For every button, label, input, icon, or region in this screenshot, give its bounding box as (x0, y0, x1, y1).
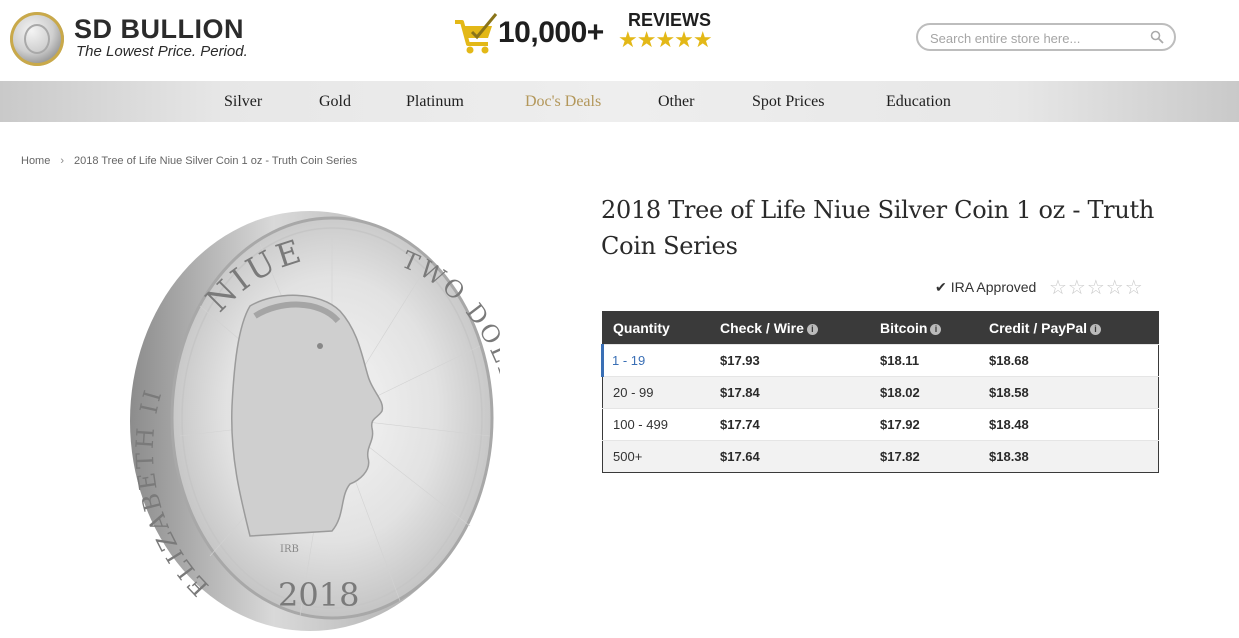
search-input[interactable] (928, 28, 1142, 48)
nav-other[interactable]: Other (658, 93, 694, 111)
ira-approved: ✔ IRA Approved (935, 279, 1036, 296)
logo-tagline: The Lowest Price. Period. (76, 43, 248, 60)
nav-spot-prices[interactable]: Spot Prices (752, 93, 824, 111)
site-header: SD BULLION The Lowest Price. Period. 10,… (0, 0, 1239, 81)
qty-cell: 500+ (602, 440, 710, 473)
price-credit-paypal: $18.58 (979, 376, 1159, 409)
rating-stars-icon[interactable]: ☆☆☆☆☆ (1049, 275, 1144, 300)
nav-education[interactable]: Education (886, 93, 951, 111)
header-check-wire: Check / Wire i (710, 311, 870, 345)
main-nav: Silver Gold Platinum Doc's Deals Other S… (0, 81, 1239, 122)
search-box (916, 23, 1176, 51)
qty-cell: 1 - 19 (601, 344, 710, 377)
ira-label: IRA Approved (950, 279, 1037, 295)
price-credit-paypal: $18.38 (979, 440, 1159, 473)
price-bitcoin: $18.02 (870, 376, 979, 409)
nav-gold[interactable]: Gold (319, 93, 351, 111)
logo-coin-icon (10, 12, 64, 66)
search-icon[interactable] (1150, 30, 1164, 44)
table-row[interactable]: 20 - 99 $17.84 $18.02 $18.58 (602, 376, 1159, 409)
price-table-header: Quantity Check / Wire i Bitcoin i Credit /… (602, 311, 1159, 345)
coin-initials: IRB (280, 544, 299, 555)
nav-silver[interactable]: Silver (224, 93, 262, 111)
product-title: 2018 Tree of Life Niue Silver Coin 1 oz … (601, 196, 1155, 260)
reviews-badge[interactable]: 10,000+ REVIEWS ★★★★★ (452, 6, 732, 58)
breadcrumb-home[interactable]: Home (21, 155, 50, 167)
info-icon[interactable]: i (930, 323, 942, 335)
nav-docs-deals[interactable]: Doc's Deals (525, 93, 601, 111)
header-credit-paypal: Credit / PayPal i (979, 311, 1159, 345)
site-logo[interactable]: SD BULLION The Lowest Price. Period. (10, 10, 270, 66)
logo-title: SD BULLION (74, 14, 244, 44)
reviews-stars-icon: ★★★★★ (618, 27, 713, 52)
price-credit-paypal: $18.68 (979, 344, 1159, 377)
coin-year: 2018 (278, 576, 359, 614)
price-bitcoin: $18.11 (870, 344, 979, 377)
header-quantity: Quantity (602, 311, 710, 345)
price-check-wire: $17.64 (710, 440, 870, 473)
product-coin-image[interactable]: NIUE ELIZABETH II TWO DOLLARS IRB 2018 (100, 196, 500, 638)
price-check-wire: $17.93 (710, 344, 870, 377)
info-icon[interactable]: i (806, 323, 818, 335)
price-table: Quantity Check / Wire i Bitcoin i Credit /… (601, 311, 1159, 473)
price-credit-paypal: $18.48 (979, 408, 1159, 441)
header-bitcoin: Bitcoin i (870, 311, 979, 345)
qty-cell: 20 - 99 (602, 376, 710, 409)
cart-check-icon (455, 13, 498, 54)
table-row[interactable]: 1 - 19 $17.93 $18.11 $18.68 (601, 344, 1159, 377)
qty-cell: 100 - 499 (602, 408, 710, 441)
nav-platinum[interactable]: Platinum (406, 93, 464, 111)
breadcrumb-separator: › (60, 155, 65, 167)
reviews-count: 10,000+ (498, 16, 604, 49)
price-bitcoin: $17.82 (870, 440, 979, 473)
table-row[interactable]: 500+ $17.64 $17.82 $18.38 (602, 440, 1159, 473)
breadcrumb: Home › 2018 Tree of Life Niue Silver Coin … (21, 155, 357, 167)
breadcrumb-current: 2018 Tree of Life Niue Silver Coin 1 oz … (74, 155, 358, 167)
price-bitcoin: $17.92 (870, 408, 979, 441)
table-row[interactable]: 100 - 499 $17.74 $17.92 $18.48 (602, 408, 1159, 441)
price-check-wire: $17.84 (710, 376, 870, 409)
checkmark-icon: ✔ (935, 279, 947, 295)
price-check-wire: $17.74 (710, 408, 870, 441)
info-icon[interactable]: i (1090, 323, 1102, 335)
